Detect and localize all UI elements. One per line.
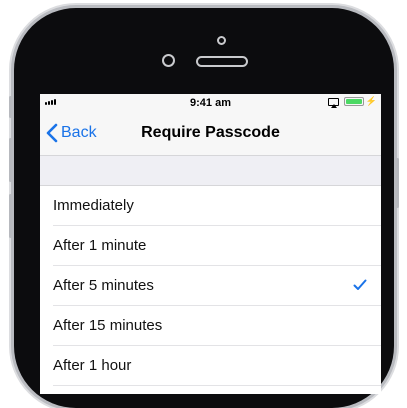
status-right-icons: ⚡ bbox=[327, 96, 377, 108]
back-button[interactable]: Back bbox=[46, 123, 97, 143]
option-row[interactable]: After 5 minutes bbox=[40, 266, 381, 306]
section-spacer bbox=[40, 156, 381, 186]
volume-up-button bbox=[9, 138, 12, 182]
back-button-label: Back bbox=[61, 124, 97, 141]
volume-down-button bbox=[9, 194, 12, 238]
charging-bolt-icon: ⚡ bbox=[365, 96, 377, 106]
front-camera bbox=[162, 54, 175, 67]
option-row[interactable]: After 1 hour bbox=[40, 346, 381, 386]
option-label: After 5 minutes bbox=[53, 277, 154, 294]
proximity-sensor bbox=[217, 36, 226, 45]
silent-switch bbox=[9, 96, 12, 118]
power-button bbox=[396, 158, 399, 208]
option-row[interactable]: After 15 minutes bbox=[40, 306, 381, 346]
option-label: After 1 hour bbox=[53, 357, 132, 374]
screen: 9:41 am ⚡ Back Require Passcode Immediat… bbox=[40, 94, 381, 394]
option-label: Immediately bbox=[53, 197, 134, 214]
navigation-bar: Back Require Passcode bbox=[40, 112, 381, 156]
option-label: After 1 minute bbox=[53, 237, 147, 254]
airplay-icon bbox=[327, 97, 339, 108]
row-separator bbox=[53, 385, 381, 386]
option-row[interactable]: Immediately bbox=[40, 186, 381, 226]
battery-charging-icon bbox=[343, 97, 364, 106]
status-bar: 9:41 am ⚡ bbox=[40, 94, 381, 112]
option-row[interactable]: After 1 minute bbox=[40, 226, 381, 266]
option-label: After 15 minutes bbox=[53, 317, 163, 334]
checkmark-icon bbox=[353, 279, 367, 290]
chevron-left-icon bbox=[46, 123, 58, 143]
passcode-options-list: Immediately After 1 minute After 5 minutes… bbox=[40, 186, 381, 386]
battery-fill bbox=[345, 99, 362, 104]
earpiece-speaker bbox=[196, 56, 248, 67]
